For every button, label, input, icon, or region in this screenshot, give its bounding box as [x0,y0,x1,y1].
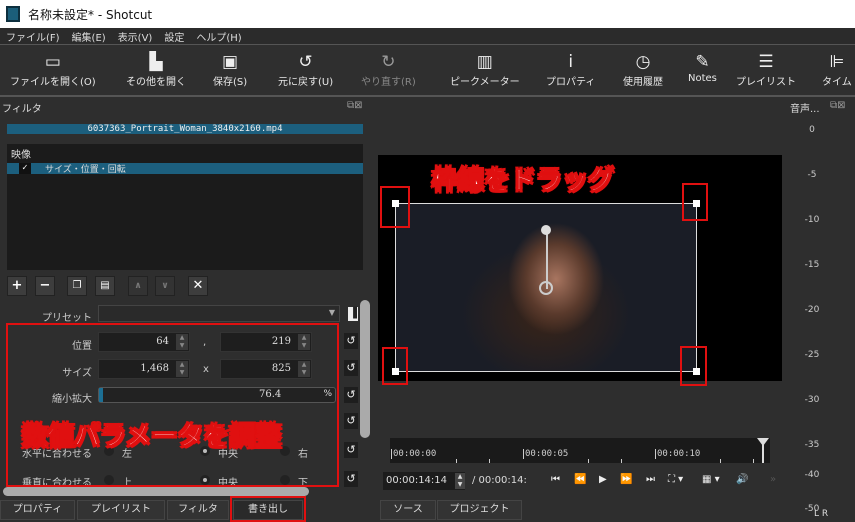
meter-tick: -40 [804,470,820,480]
meter-tick: -15 [804,260,820,270]
timeline-button[interactable]: ⊫ タイム [822,51,852,88]
menu-help[interactable]: ヘルプ(H) [190,29,247,44]
preset-label: プリセット [42,313,92,324]
volume-icon[interactable]: 🔊 [736,474,748,485]
fast-forward-icon[interactable]: ⏩ [620,474,632,485]
peak-meter-icon: ▥ [476,52,493,72]
redo-icon: ↻ [381,52,396,72]
float-close-icons[interactable]: ⧉⊠ [830,100,846,111]
app-icon [6,6,20,22]
save-button[interactable]: ▣ 保存(S) [213,51,247,88]
total-time: / 00:00:14: [472,475,527,486]
reset-icon[interactable]: ↺ [344,471,358,487]
peak-meter-button[interactable]: ▥ ピークメーター [450,51,520,88]
zoom-fit-icon[interactable]: ⛶ ▾ [668,474,683,485]
filter-list: 映像 ✓ サイズ・位置・回転 [7,144,363,270]
save-icon: ▣ [222,52,239,72]
video-frame[interactable] [395,203,697,372]
more-icon[interactable]: » [770,474,776,485]
tab-playlist[interactable]: プレイリスト [77,500,165,520]
meter-tick: -10 [804,215,820,225]
menu-bar: ファイル(F) 編集(E) 表示(V) 設定 ヘルプ(H) [0,28,855,45]
reset-icon[interactable]: ↺ [344,360,358,376]
undo-button[interactable]: ↺ 元に戻す(U) [278,51,333,88]
current-time-field[interactable]: 00:00:14:14 ▲ ▼ [383,472,465,490]
meter-tick: -5 [807,170,817,180]
tab-project[interactable]: プロジェクト [437,500,522,520]
reset-icon[interactable]: ↺ [344,387,358,403]
menu-view[interactable]: 表示(V) [112,29,159,44]
play-icon[interactable]: ▶ [599,474,607,485]
filter-group: 映像 [11,150,31,161]
menu-edit[interactable]: 編集(E) [66,29,112,44]
meter-tick: -30 [804,395,820,405]
horizontal-scrollbar[interactable] [3,487,309,496]
chevron-down-icon: ▼ [328,308,335,317]
info-icon: i [568,52,574,72]
move-down-icon[interactable]: ∨ [155,276,175,296]
filter-item[interactable]: ✓ サイズ・位置・回転 [7,163,363,175]
skip-end-icon[interactable]: ⏭ [646,474,655,485]
playlist-button[interactable]: ☰ プレイリスト [736,51,796,88]
annotation-box [682,183,708,221]
undo-icon: ↺ [298,52,313,72]
audio-meter: 音声... ⧉⊠ 0 -5 -10 -15 -20 -25 -30 -35 -40 -50 L R [782,97,855,522]
filter-checkbox[interactable]: ✓ [19,163,31,174]
reset-icon[interactable]: ↺ [344,413,358,429]
tab-filters[interactable]: フィルタ [167,500,229,520]
tab-properties[interactable]: プロパティ [0,500,75,520]
open-other-button[interactable]: ▙ その他を開く [126,51,186,88]
notes-icon: ✎ [695,52,710,72]
skip-start-icon[interactable]: ⏮ [551,474,560,485]
meter-tick: -25 [804,350,820,360]
vertical-scrollbar[interactable] [360,300,370,438]
clip-name: 6037363_Portrait_Woman_3840x2160.mp4 [7,124,363,134]
annotation-box [380,186,410,228]
preset-save-icon[interactable]: ▐ [348,307,358,321]
tab-source[interactable]: ソース [380,500,436,520]
annotation-box [680,346,707,386]
clock-icon: ◷ [635,52,651,72]
panel-title: フィルタ [2,104,42,115]
paste-icon[interactable]: ▤ [95,276,115,296]
annotation-params: 数値パラメータを調整 [21,422,282,453]
rotation-handle[interactable] [546,229,548,289]
copy-icon[interactable]: ❐ [67,276,87,296]
title-bar: 名称未設定* - Shotcut [0,0,855,28]
redo-button[interactable]: ↻ やり直す(R) [361,51,416,88]
window-title: 名称未設定* - Shotcut [28,7,153,22]
grid-icon[interactable]: ▦ ▾ [702,474,720,485]
annotation-box [6,323,339,487]
annotation-box [230,496,306,522]
remove-filter-icon[interactable]: − [35,276,55,296]
deselect-icon[interactable]: ✕ [188,276,208,296]
timeline-icon: ⊫ [829,52,845,72]
open-other-icon: ▙ [149,52,163,72]
annotation-box [382,347,408,385]
meter-tick: 0 [809,125,815,135]
properties-button[interactable]: i プロパティ [546,51,595,88]
menu-file[interactable]: ファイル(F) [0,29,66,44]
rewind-icon[interactable]: ⏪ [574,474,586,485]
add-filter-icon[interactable]: + [7,276,27,296]
annotation-drag: 枠線をドラッグ [431,166,615,197]
float-close-icons[interactable]: ⧉⊠ [347,100,363,111]
reset-icon[interactable]: ↺ [344,442,358,458]
preset-select[interactable]: ▼ [98,305,340,322]
timeline-ruler[interactable]: 00:00:00 00:00:05 00:00:10 [390,438,770,463]
toolbar: ▭ ファイルを開く(O) ▙ その他を開く ▣ 保存(S) ↺ 元に戻す(U) ↻ やり直… [0,45,855,97]
reset-icon[interactable]: ↺ [344,333,358,349]
move-up-icon[interactable]: ∧ [128,276,148,296]
meter-tick: -20 [804,305,820,315]
notes-button[interactable]: ✎ Notes [688,51,717,84]
meter-tick: -35 [804,440,820,450]
open-file-button[interactable]: ▭ ファイルを開く(O) [10,51,96,88]
menu-settings[interactable]: 設定 [158,29,190,44]
history-button[interactable]: ◷ 使用履歴 [623,51,663,88]
list-icon: ☰ [758,52,774,72]
folder-icon: ▭ [44,52,61,72]
